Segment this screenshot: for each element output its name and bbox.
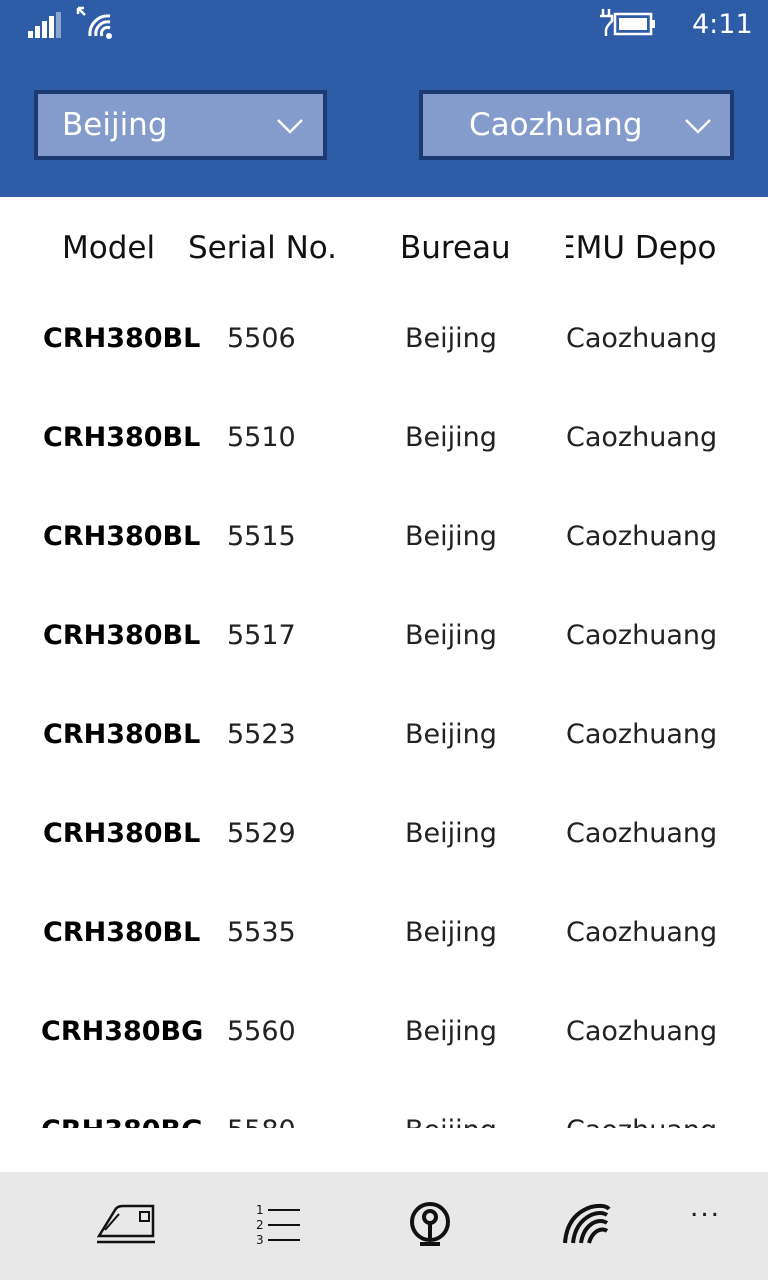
cell-serial: 5535 [227, 917, 296, 948]
svg-text:2: 2 [256, 1218, 264, 1232]
cell-bureau: Beijing [405, 521, 497, 552]
cell-depot: Caozhuang [566, 719, 718, 750]
railway-logo-button[interactable] [398, 1196, 462, 1252]
cell-depot: Caozhuang [566, 818, 718, 849]
cell-model: CRH380BL [43, 818, 201, 849]
cell-depot: Caozhuang [566, 521, 718, 552]
table-row[interactable]: CRH380BL 5510 Beijing Caozhuang [0, 389, 768, 488]
cell-model: CRH380BG [41, 1115, 203, 1128]
column-header-serial[interactable]: Serial No. [188, 230, 337, 266]
cell-serial: 5580 [227, 1115, 296, 1128]
signal-bars-icon [28, 12, 61, 38]
column-header-bureau[interactable]: Bureau [400, 230, 511, 266]
table-row[interactable]: CRH380BL 5535 Beijing Caozhuang [0, 884, 768, 983]
depot-dropdown-value: Caozhuang [469, 107, 643, 143]
chevron-down-icon [277, 119, 303, 134]
cell-model: CRH380BL [43, 719, 201, 750]
numbered-list-icon: 1 2 3 [256, 1203, 300, 1247]
cell-serial: 5515 [227, 521, 296, 552]
cell-model: CRH380BL [43, 422, 201, 453]
cell-serial: 5510 [227, 422, 296, 453]
cell-serial: 5517 [227, 620, 296, 651]
depot-dropdown[interactable]: Caozhuang [419, 90, 734, 160]
railway-logo-icon [410, 1202, 450, 1246]
cell-model: CRH380BL [43, 521, 201, 552]
cell-serial: 5506 [227, 323, 296, 354]
table-row[interactable]: CRH380BG 5560 Beijing Caozhuang [0, 983, 768, 1082]
cell-serial: 5529 [227, 818, 296, 849]
cell-model: CRH380BL [43, 620, 201, 651]
cell-serial: 5523 [227, 719, 296, 750]
cell-depot: Caozhuang [566, 323, 718, 354]
header: 4:11 Beijing Caozhuang [0, 0, 768, 197]
status-bar: 4:11 [0, 0, 768, 50]
wifi-icon [76, 6, 112, 39]
cell-bureau: Beijing [405, 719, 497, 750]
cell-bureau: Beijing [405, 1016, 497, 1047]
app-bar: 1 2 3 ... [0, 1172, 768, 1280]
table-row[interactable]: CRH380BL 5529 Beijing Caozhuang [0, 785, 768, 884]
clock: 4:11 [692, 9, 753, 40]
cell-bureau: Beijing [405, 620, 497, 651]
table-row[interactable]: CRH380BL 5523 Beijing Caozhuang [0, 686, 768, 785]
cell-bureau: Beijing [405, 1115, 497, 1128]
cell-bureau: Beijing [405, 818, 497, 849]
cell-bureau: Beijing [405, 422, 497, 453]
train-list[interactable]: CRH380BL 5506 Beijing Caozhuang CRH380BL… [0, 290, 768, 1128]
cell-model: CRH380BL [43, 323, 201, 354]
table-row[interactable]: CRH380BL 5506 Beijing Caozhuang [0, 290, 768, 389]
cell-depot: Caozhuang [566, 1016, 718, 1047]
train-icon [96, 1204, 155, 1244]
bureau-logo-icon [563, 1203, 611, 1244]
column-header-depot[interactable]: EMU Depo [566, 230, 716, 266]
train-button[interactable] [94, 1196, 158, 1252]
column-header-depot-clip: EMU Depo [566, 222, 768, 277]
cell-model: CRH380BG [41, 1016, 204, 1047]
cell-depot: Caozhuang [566, 422, 718, 453]
numbered-list-button[interactable]: 1 2 3 [244, 1196, 308, 1252]
cell-model: CRH380BL [43, 917, 201, 948]
battery-charging-icon [600, 9, 655, 36]
column-header-model[interactable]: Model [62, 230, 155, 266]
cell-bureau: Beijing [405, 323, 497, 354]
bureau-logo-button[interactable] [554, 1196, 618, 1252]
cell-serial: 5560 [227, 1016, 296, 1047]
cell-depot: Caozhuang [566, 1115, 717, 1128]
svg-text:1: 1 [256, 1203, 264, 1217]
table-row[interactable]: CRH380BL 5515 Beijing Caozhuang [0, 488, 768, 587]
cell-depot: Caozhuang [566, 917, 718, 948]
table-row[interactable]: CRH380BL 5517 Beijing Caozhuang [0, 587, 768, 686]
cell-depot: Caozhuang [566, 620, 718, 651]
table-row[interactable]: CRH380BG 5580 Beijing Caozhuang [0, 1082, 768, 1128]
cell-bureau: Beijing [405, 917, 497, 948]
chevron-down-icon [685, 119, 711, 134]
svg-text:3: 3 [256, 1233, 264, 1247]
more-button[interactable]: ... [690, 1190, 721, 1224]
bureau-dropdown[interactable]: Beijing [34, 90, 327, 160]
bureau-dropdown-value: Beijing [62, 107, 168, 143]
